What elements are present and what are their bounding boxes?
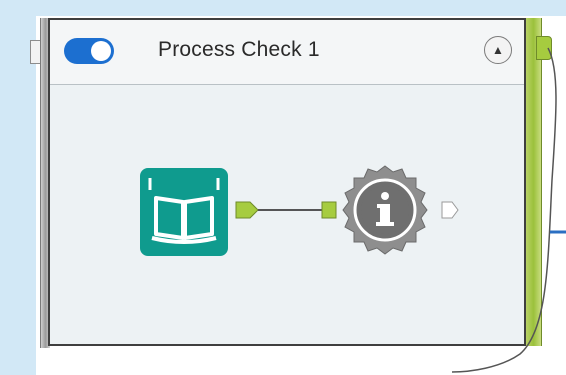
book-icon (148, 178, 220, 244)
info-badge-icon (342, 165, 428, 255)
input-anchor[interactable] (321, 201, 337, 219)
browse-output-anchor[interactable] (441, 201, 459, 219)
connections-layer (148, 47, 566, 373)
external-connection-line[interactable] (451, 47, 557, 373)
output-anchor[interactable] (235, 201, 259, 219)
browse-tool[interactable] (342, 165, 428, 255)
